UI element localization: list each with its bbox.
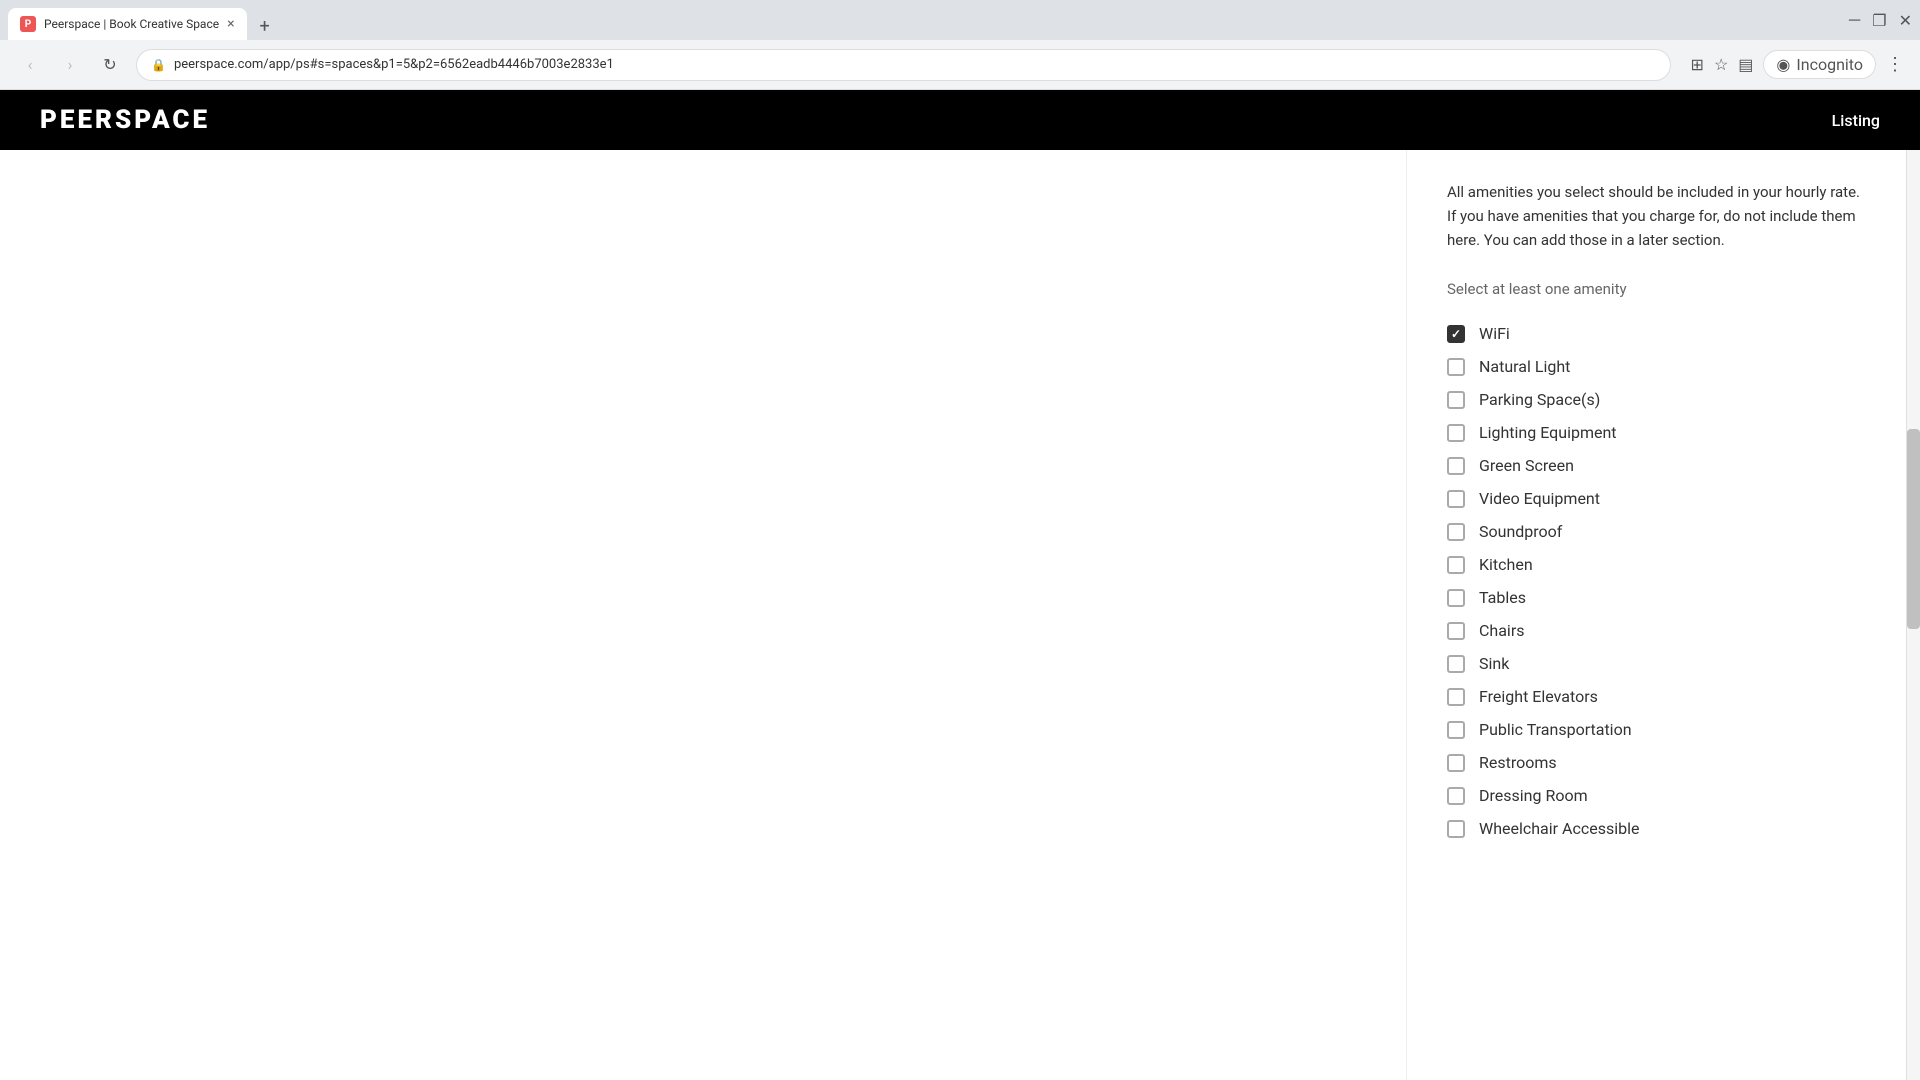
amenity-label-green-screen: Green Screen (1479, 456, 1574, 475)
amenity-label-parking-spaces: Parking Space(s) (1479, 390, 1600, 409)
amenity-checkbox-chairs[interactable] (1447, 622, 1465, 640)
url-text: peerspace.com/app/ps#s=spaces&p1=5&p2=65… (174, 57, 1656, 72)
amenity-item-soundproof[interactable]: Soundproof (1447, 516, 1866, 547)
browser-titlebar: P Peerspace | Book Creative Space × + ─ … (0, 0, 1920, 40)
amenity-checkbox-video-equipment[interactable] (1447, 490, 1465, 508)
back-button[interactable]: ‹ (16, 51, 44, 79)
amenity-label-natural-light: Natural Light (1479, 357, 1570, 376)
browser-tabs: P Peerspace | Book Creative Space × + (8, 0, 281, 40)
more-options-icon[interactable]: ⋮ (1886, 54, 1904, 75)
screen-search-icon[interactable]: ⊞ (1691, 55, 1704, 74)
amenity-checkbox-lighting-equipment[interactable] (1447, 424, 1465, 442)
amenity-item-tables[interactable]: Tables (1447, 582, 1866, 613)
site-logo[interactable]: PEERSPACE (40, 105, 210, 135)
amenity-label-lighting-equipment: Lighting Equipment (1479, 423, 1617, 442)
tab-title: Peerspace | Book Creative Space (44, 17, 219, 31)
amenity-checkbox-green-screen[interactable] (1447, 457, 1465, 475)
lock-icon: 🔒 (151, 58, 166, 72)
amenity-label-wheelchair-accessible: Wheelchair Accessible (1479, 819, 1639, 838)
amenity-label-wifi: WiFi (1479, 324, 1510, 343)
amenity-checkbox-wifi[interactable] (1447, 325, 1465, 343)
site-header: PEERSPACE Listing (0, 90, 1920, 150)
amenity-label-tables: Tables (1479, 588, 1526, 607)
page-content: PEERSPACE Listing All amenities you sele… (0, 90, 1920, 1080)
amenity-item-parking-spaces[interactable]: Parking Space(s) (1447, 384, 1866, 415)
select-label: Select at least one amenity (1447, 280, 1866, 298)
minimize-button[interactable]: ─ (1849, 10, 1860, 30)
tab-favicon: P (20, 16, 36, 32)
amenity-item-freight-elevators[interactable]: Freight Elevators (1447, 681, 1866, 712)
toolbar-actions: ⊞ ☆ ▤ ◉ Incognito ⋮ (1691, 50, 1904, 79)
forward-button[interactable]: › (56, 51, 84, 79)
amenity-checkbox-kitchen[interactable] (1447, 556, 1465, 574)
amenity-checkbox-freight-elevators[interactable] (1447, 688, 1465, 706)
amenity-label-soundproof: Soundproof (1479, 522, 1562, 541)
amenity-label-kitchen: Kitchen (1479, 555, 1533, 574)
amenity-label-chairs: Chairs (1479, 621, 1525, 640)
amenity-checkbox-natural-light[interactable] (1447, 358, 1465, 376)
amenity-label-freight-elevators: Freight Elevators (1479, 687, 1598, 706)
tab-close-button[interactable]: × (227, 16, 234, 32)
new-tab-button[interactable]: + (249, 12, 281, 40)
refresh-button[interactable]: ↻ (96, 51, 124, 79)
browser-toolbar: ‹ › ↻ 🔒 peerspace.com/app/ps#s=spaces&p1… (0, 40, 1920, 90)
amenity-item-public-transportation[interactable]: Public Transportation (1447, 714, 1866, 745)
forward-icon: › (68, 55, 73, 74)
amenity-checkbox-dressing-room[interactable] (1447, 787, 1465, 805)
amenity-checkbox-soundproof[interactable] (1447, 523, 1465, 541)
amenity-checkbox-public-transportation[interactable] (1447, 721, 1465, 739)
amenity-label-video-equipment: Video Equipment (1479, 489, 1600, 508)
amenity-item-chairs[interactable]: Chairs (1447, 615, 1866, 646)
nav-listing[interactable]: Listing (1832, 111, 1880, 130)
description-text: All amenities you select should be inclu… (1447, 180, 1866, 252)
left-panel (0, 150, 1406, 1080)
maximize-button[interactable]: ❐ (1872, 11, 1886, 30)
back-icon: ‹ (28, 55, 33, 74)
active-browser-tab[interactable]: P Peerspace | Book Creative Space × (8, 8, 247, 40)
browser-frame: P Peerspace | Book Creative Space × + ─ … (0, 0, 1920, 1080)
amenities-list: WiFi Natural Light Parking Space(s) Lightin… (1447, 318, 1866, 844)
amenity-label-sink: Sink (1479, 654, 1509, 673)
amenity-checkbox-tables[interactable] (1447, 589, 1465, 607)
amenity-checkbox-wheelchair-accessible[interactable] (1447, 820, 1465, 838)
refresh-icon: ↻ (103, 55, 116, 74)
amenity-item-dressing-room[interactable]: Dressing Room (1447, 780, 1866, 811)
amenity-checkbox-restrooms[interactable] (1447, 754, 1465, 772)
amenity-label-restrooms: Restrooms (1479, 753, 1557, 772)
page-scrollbar[interactable] (1906, 150, 1920, 1080)
amenity-item-sink[interactable]: Sink (1447, 648, 1866, 679)
amenity-label-dressing-room: Dressing Room (1479, 786, 1588, 805)
amenity-item-kitchen[interactable]: Kitchen (1447, 549, 1866, 580)
amenity-item-restrooms[interactable]: Restrooms (1447, 747, 1866, 778)
amenities-panel: All amenities you select should be inclu… (1406, 150, 1906, 1080)
scrollbar-thumb (1907, 429, 1920, 629)
bookmark-icon[interactable]: ☆ (1714, 55, 1728, 74)
amenity-item-wifi[interactable]: WiFi (1447, 318, 1866, 349)
address-bar[interactable]: 🔒 peerspace.com/app/ps#s=spaces&p1=5&p2=… (136, 49, 1671, 81)
amenity-item-video-equipment[interactable]: Video Equipment (1447, 483, 1866, 514)
close-button[interactable]: ✕ (1899, 11, 1912, 30)
amenity-checkbox-parking-spaces[interactable] (1447, 391, 1465, 409)
amenity-label-public-transportation: Public Transportation (1479, 720, 1632, 739)
profile-icon: ◉ (1776, 55, 1790, 74)
amenity-item-green-screen[interactable]: Green Screen (1447, 450, 1866, 481)
amenity-item-wheelchair-accessible[interactable]: Wheelchair Accessible (1447, 813, 1866, 844)
incognito-button[interactable]: ◉ Incognito (1763, 50, 1876, 79)
window-controls: ─ ❐ ✕ (1849, 10, 1912, 30)
main-area: All amenities you select should be inclu… (0, 150, 1920, 1080)
amenity-item-natural-light[interactable]: Natural Light (1447, 351, 1866, 382)
amenity-item-lighting-equipment[interactable]: Lighting Equipment (1447, 417, 1866, 448)
amenity-checkbox-sink[interactable] (1447, 655, 1465, 673)
sidebar-icon[interactable]: ▤ (1738, 55, 1753, 74)
incognito-label: Incognito (1796, 55, 1863, 74)
